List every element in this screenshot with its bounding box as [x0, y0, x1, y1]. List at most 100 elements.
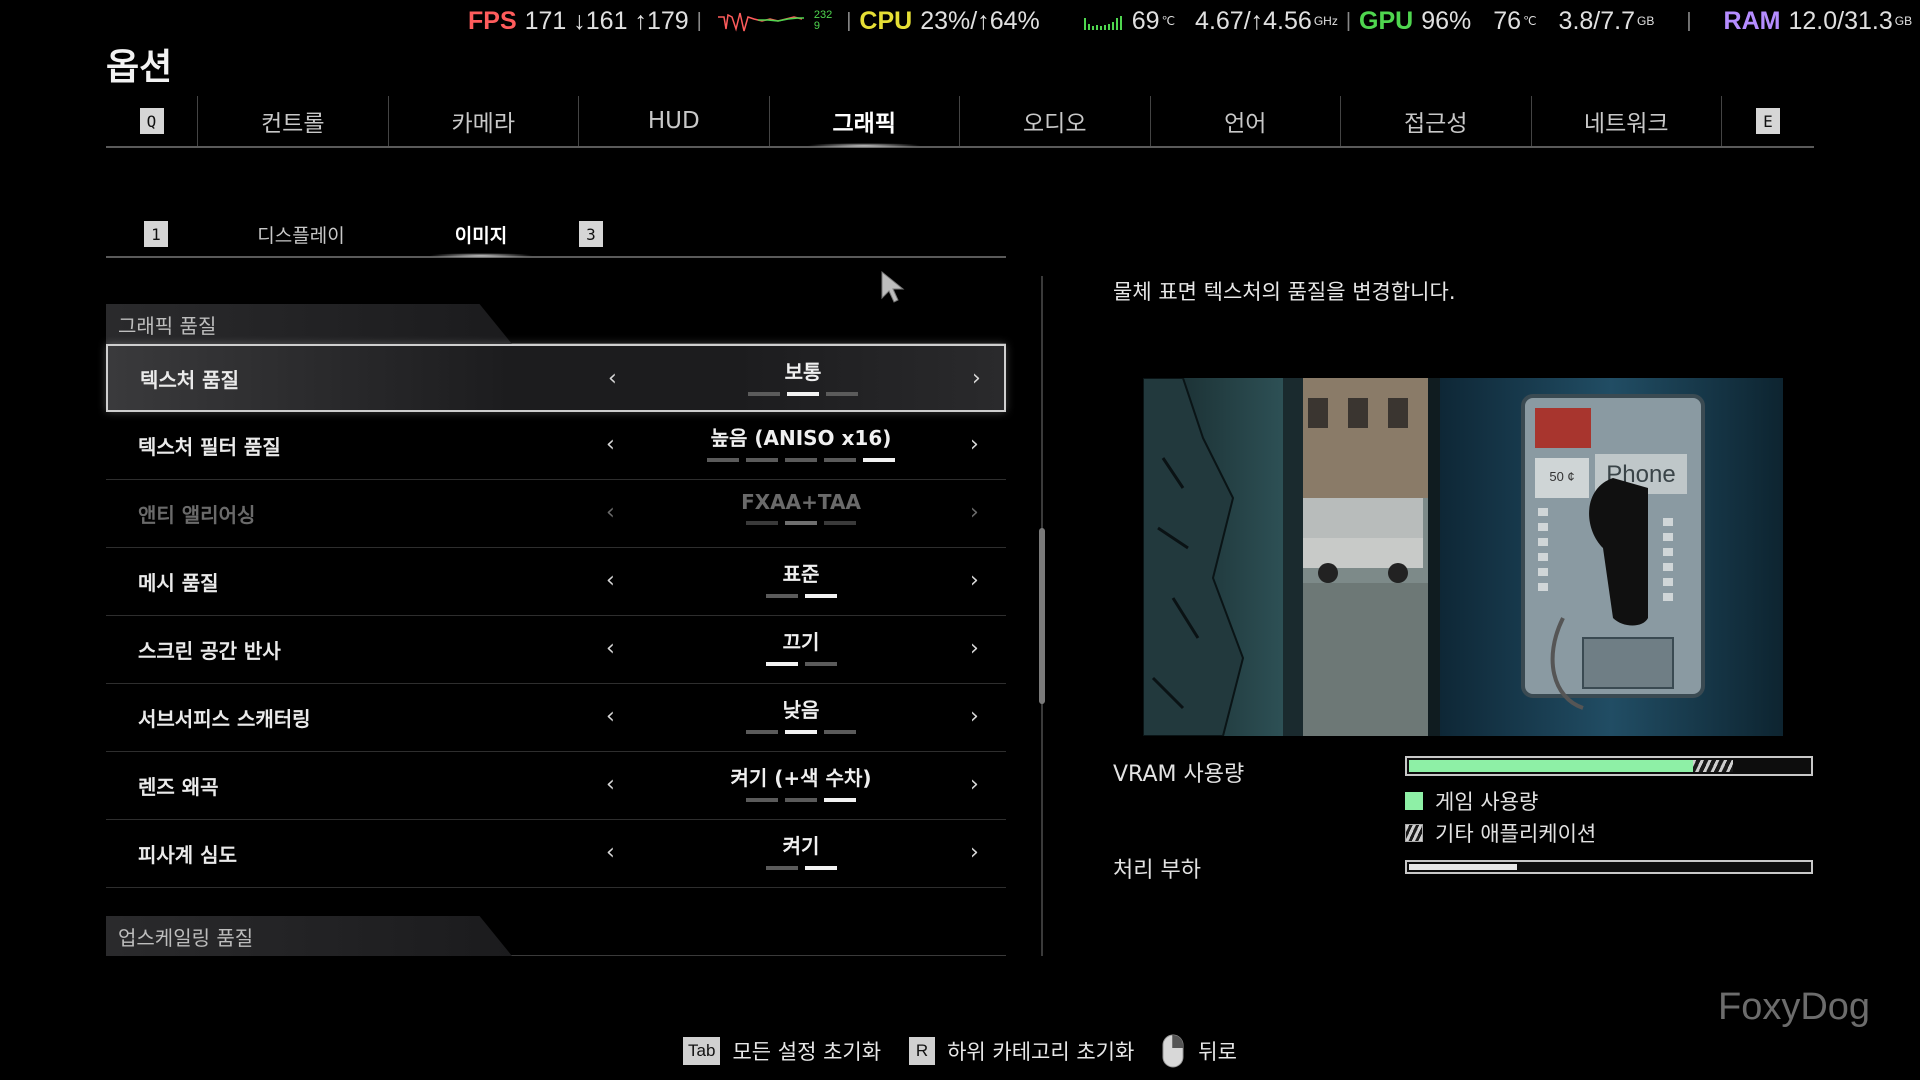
tab-label: 컨트롤: [261, 111, 325, 137]
setting-label: 텍스처 품질: [140, 367, 239, 392]
tab-label: 그래픽: [832, 111, 896, 137]
chevron-left-icon: ‹: [606, 500, 615, 525]
chevron-left-icon[interactable]: ‹: [606, 840, 615, 865]
fps-graph-min: 9: [813, 20, 820, 32]
setting-subsurface-scattering[interactable]: 서브서피스 스캐터링 ‹ 낮음 ›: [106, 684, 1006, 752]
cpu-clock: 4.67/↑4.56: [1195, 6, 1312, 35]
mouse-right-click-icon: [1162, 1034, 1184, 1068]
three-key-icon: 3: [579, 221, 603, 247]
other-apps-swatch: [1405, 824, 1423, 842]
chevron-left-icon[interactable]: ‹: [606, 704, 615, 729]
reset-all-hint[interactable]: Tab 모든 설정 초기화: [683, 1036, 881, 1066]
tab-controls[interactable]: 컨트롤: [198, 96, 389, 146]
sub-tab-prev-key[interactable]: 1: [106, 212, 206, 256]
setting-value-display: FXAA+TAA: [651, 490, 951, 525]
r-key-icon: R: [909, 1037, 936, 1065]
setting-value-display: 낮음: [651, 694, 951, 734]
legend-game-usage: 게임 사용량: [1405, 786, 1538, 816]
setting-lens-distortion[interactable]: 렌즈 왜곡 ‹ 켜기 (+색 수차) ›: [106, 752, 1006, 820]
reset-subcategory-hint[interactable]: R 하위 카테고리 초기화: [909, 1036, 1134, 1066]
cpu-label: CPU: [859, 6, 913, 35]
setting-depth-of-field[interactable]: 피사계 심도 ‹ 켜기 ›: [106, 820, 1006, 888]
chevron-right-icon[interactable]: ›: [970, 432, 979, 457]
chevron-right-icon: ›: [970, 500, 979, 525]
chevron-left-icon[interactable]: ‹: [606, 636, 615, 661]
level-indicator: [651, 521, 951, 525]
ram-values: 12.0/31.3: [1788, 6, 1893, 35]
chevron-right-icon[interactable]: ›: [972, 366, 981, 391]
hint-label: 뒤로: [1198, 1040, 1237, 1064]
sub-tab-display[interactable]: 디스플레이: [206, 212, 396, 256]
setting-texture-quality[interactable]: 텍스처 품질 ‹ 보통 ›: [106, 344, 1006, 412]
tab-accessibility[interactable]: 접근성: [1341, 96, 1532, 146]
processing-load-bar: [1405, 860, 1813, 874]
gpu-values: 96%: [1421, 6, 1472, 35]
setting-texture-filter-quality[interactable]: 텍스처 필터 품질 ‹ 높음 (ANISO x16) ›: [106, 412, 1006, 480]
level-indicator: [651, 798, 951, 802]
e-key-icon: E: [1756, 108, 1780, 134]
tab-network[interactable]: 네트워크: [1532, 96, 1722, 146]
sub-tab-bar: 1 디스플레이 이미지 3: [106, 212, 1006, 258]
tab-language[interactable]: 언어: [1151, 96, 1341, 146]
chevron-left-icon[interactable]: ‹: [608, 366, 617, 391]
tab-next-key[interactable]: E: [1722, 96, 1814, 146]
temp-unit: ℃: [1523, 14, 1537, 28]
setting-label: 스크린 공간 반사: [138, 639, 281, 663]
setting-mesh-quality[interactable]: 메시 품질 ‹ 표준 ›: [106, 548, 1006, 616]
legend-label: 게임 사용량: [1435, 790, 1539, 814]
chevron-right-icon[interactable]: ›: [970, 636, 979, 661]
one-key-icon: 1: [144, 221, 168, 247]
main-tab-bar: Q 컨트롤 카메라 HUD 그래픽 오디오 언어 접근성 네트워크 E: [106, 96, 1814, 148]
setting-value: 낮음: [782, 698, 820, 722]
tab-hud[interactable]: HUD: [579, 96, 770, 146]
tab-label: 네트워크: [1583, 111, 1669, 137]
section-header-graphics-quality: 그래픽 품질: [106, 304, 1006, 344]
hint-label: 하위 카테고리 초기화: [947, 1040, 1135, 1064]
setting-value: 켜기: [782, 834, 820, 858]
tab-label: 카메라: [451, 111, 515, 137]
chevron-right-icon[interactable]: ›: [970, 840, 979, 865]
chevron-left-icon[interactable]: ‹: [606, 772, 615, 797]
sub-tab-next-key[interactable]: 3: [546, 212, 636, 256]
tab-label: HUD: [647, 108, 700, 134]
level-indicator: [651, 594, 951, 598]
setting-value-display: 켜기 (+색 수차): [651, 762, 951, 802]
gpu-temp: 76: [1493, 6, 1522, 35]
chevron-right-icon[interactable]: ›: [970, 568, 979, 593]
performance-overlay: FPS 171 ↓161 ↑179 | 232 9 | CPU 23%/↑64%…: [468, 4, 1912, 38]
level-indicator: [651, 662, 951, 666]
chevron-right-icon[interactable]: ›: [970, 704, 979, 729]
processing-load-label: 처리 부하: [1113, 858, 1201, 883]
tab-prev-key[interactable]: Q: [106, 96, 198, 146]
control-hints: Tab 모든 설정 초기화 R 하위 카테고리 초기화 뒤로: [0, 1034, 1920, 1068]
fps-values: 171 ↓161 ↑179: [524, 6, 689, 35]
ghz-unit: GHz: [1313, 14, 1338, 28]
fps-label: FPS: [468, 6, 517, 35]
tab-audio[interactable]: 오디오: [960, 96, 1151, 146]
chevron-left-icon[interactable]: ‹: [606, 432, 615, 457]
setting-label: 렌즈 왜곡: [138, 775, 219, 799]
back-hint[interactable]: 뒤로: [1162, 1034, 1237, 1068]
chevron-right-icon[interactable]: ›: [970, 772, 979, 797]
setting-value: 보통: [784, 360, 822, 384]
cpu-graph-icon: [1083, 16, 1122, 30]
tab-label: 오디오: [1023, 111, 1087, 137]
preview-price-text: 50 ¢: [1549, 469, 1574, 484]
chevron-left-icon[interactable]: ‹: [606, 568, 615, 593]
fps-graph-icon: [717, 12, 804, 32]
level-indicator: [651, 730, 951, 734]
setting-label: 서브서피스 스캐터링: [138, 707, 311, 731]
level-indicator: [651, 866, 951, 870]
tab-camera[interactable]: 카메라: [389, 96, 579, 146]
hint-label: 모든 설정 초기화: [732, 1040, 882, 1064]
legend-other-apps: 기타 애플리케이션: [1405, 818, 1596, 848]
setting-screen-space-reflection[interactable]: 스크린 공간 반사 ‹ 끄기 ›: [106, 616, 1006, 684]
level-indicator: [651, 458, 951, 462]
tab-graphics[interactable]: 그래픽: [770, 96, 960, 148]
scrollbar-thumb[interactable]: [1039, 528, 1045, 704]
setting-label: 앤티 앨리어싱: [138, 503, 256, 527]
game-usage-swatch: [1405, 792, 1423, 810]
settings-list: 텍스처 품질 ‹ 보통 › 텍스처 필터 품질 ‹ 높음 (ANISO x16)…: [106, 344, 1006, 888]
setting-value: 끄기: [782, 630, 820, 654]
sub-tab-image[interactable]: 이미지: [416, 212, 546, 258]
